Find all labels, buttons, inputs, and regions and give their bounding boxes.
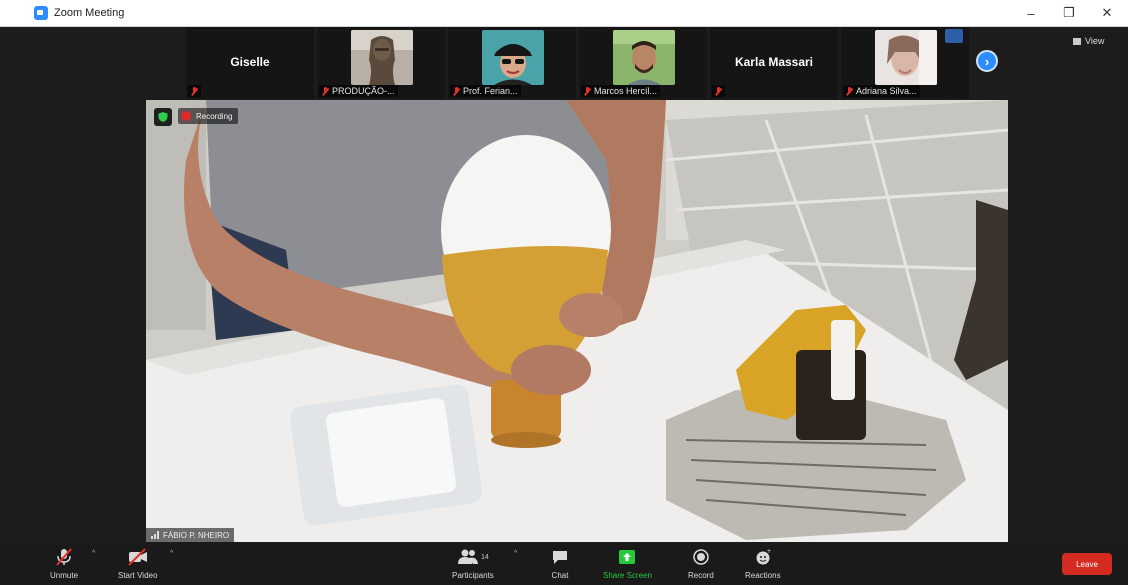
grid-view-icon — [1073, 37, 1081, 45]
mic-muted-icon — [846, 86, 853, 96]
participant-video — [482, 30, 544, 85]
share-screen-label: Share Screen — [603, 571, 652, 580]
mic-muted-icon — [453, 86, 460, 96]
participant-tile[interactable]: PRODUÇÃO-... — [317, 27, 445, 99]
zoom-app-icon — [34, 6, 48, 20]
chat-bubble-icon — [551, 547, 569, 567]
participant-label-text: Marcos Hercíl... — [594, 86, 658, 96]
participant-label: PRODUÇÃO-... — [319, 85, 398, 97]
recording-indicator: Recording — [178, 108, 239, 124]
video-camera-off-icon — [127, 547, 149, 567]
participants-button[interactable]: 14 Participants — [452, 547, 494, 580]
start-video-label: Start Video — [118, 571, 158, 580]
signal-strength-icon — [151, 531, 159, 539]
view-button[interactable]: View — [1073, 36, 1104, 46]
minimize-button[interactable]: – — [1012, 0, 1050, 26]
zoom-window: Zoom Meeting – ❐ ✕ Giselle PRODUÇÃO-... … — [0, 0, 1128, 585]
speaker-name: FÁBIO P. NHEIRO — [163, 530, 230, 540]
participant-label: Adriana Silva... — [843, 85, 920, 97]
security-shield-icon[interactable] — [154, 108, 172, 126]
participant-video — [875, 30, 937, 85]
record-label: Record — [688, 571, 714, 580]
participant-tile[interactable]: Giselle — [186, 27, 314, 99]
participant-tile[interactable]: Marcos Hercíl... — [579, 27, 707, 99]
chat-button[interactable]: Chat — [551, 547, 569, 580]
share-screen-icon — [617, 547, 637, 567]
chevron-right-icon[interactable]: › — [976, 50, 998, 72]
active-speaker-label: FÁBIO P. NHEIRO — [146, 528, 235, 542]
close-button[interactable]: ✕ — [1088, 0, 1126, 26]
recording-label: Recording — [196, 111, 233, 121]
title-bar: Zoom Meeting – ❐ ✕ — [0, 0, 1128, 27]
unmute-label: Unmute — [50, 571, 79, 580]
view-label: View — [1085, 36, 1105, 46]
svg-text:+: + — [766, 548, 771, 555]
microphone-muted-icon — [54, 547, 74, 567]
participant-video — [613, 30, 675, 85]
window-title: Zoom Meeting — [54, 7, 125, 19]
participants-options-chevron-icon[interactable]: ^ — [514, 550, 517, 557]
reactions-button[interactable]: + Reactions — [745, 547, 781, 580]
mic-muted-icon — [584, 86, 591, 96]
meeting-toolbar: Unmute ^ Start Video ^ 14 Participants ^… — [0, 543, 1128, 585]
participant-strip: Giselle PRODUÇÃO-... Prof. Ferian... Mar… — [186, 27, 1006, 99]
reactions-label: Reactions — [745, 571, 781, 580]
record-button[interactable]: Record — [688, 547, 714, 580]
leave-button[interactable]: Leave — [1062, 553, 1112, 575]
participant-label-text: PRODUÇÃO-... — [332, 86, 395, 96]
participant-label-text: Prof. Ferian... — [463, 86, 518, 96]
participants-count: 14 — [481, 553, 489, 561]
record-icon — [692, 547, 710, 567]
participant-name: Giselle — [230, 55, 270, 69]
chat-label: Chat — [551, 571, 569, 580]
main-video-scene — [146, 100, 1008, 542]
main-video: Recording FÁBIO P. NHEIRO — [146, 100, 1008, 542]
participant-label-text: Adriana Silva... — [856, 86, 917, 96]
participant-label: Marcos Hercíl... — [581, 85, 661, 97]
unmute-button[interactable]: Unmute — [50, 547, 78, 580]
participants-icon: 14 — [457, 547, 489, 567]
participants-label: Participants — [452, 571, 494, 580]
participant-video — [351, 30, 413, 85]
reactions-smiley-icon: + — [754, 547, 772, 567]
participant-tile[interactable]: Prof. Ferian... — [448, 27, 576, 99]
audio-options-chevron-icon[interactable]: ^ — [92, 550, 95, 557]
participant-name: Karla Massari — [734, 55, 814, 69]
video-options-chevron-icon[interactable]: ^ — [170, 550, 173, 557]
start-video-button[interactable]: Start Video — [118, 547, 157, 580]
more-options-icon[interactable] — [945, 29, 963, 43]
participant-label: Prof. Ferian... — [450, 85, 521, 97]
participant-label — [712, 85, 725, 97]
mic-muted-icon — [322, 86, 329, 96]
participant-tile[interactable]: Karla Massari — [710, 27, 838, 99]
share-screen-button[interactable]: Share Screen — [603, 547, 652, 580]
mic-muted-icon — [715, 86, 722, 96]
participant-label — [188, 85, 201, 97]
record-dot-icon — [181, 111, 191, 121]
restore-button[interactable]: ❐ — [1050, 0, 1088, 26]
mic-muted-icon — [191, 86, 198, 96]
